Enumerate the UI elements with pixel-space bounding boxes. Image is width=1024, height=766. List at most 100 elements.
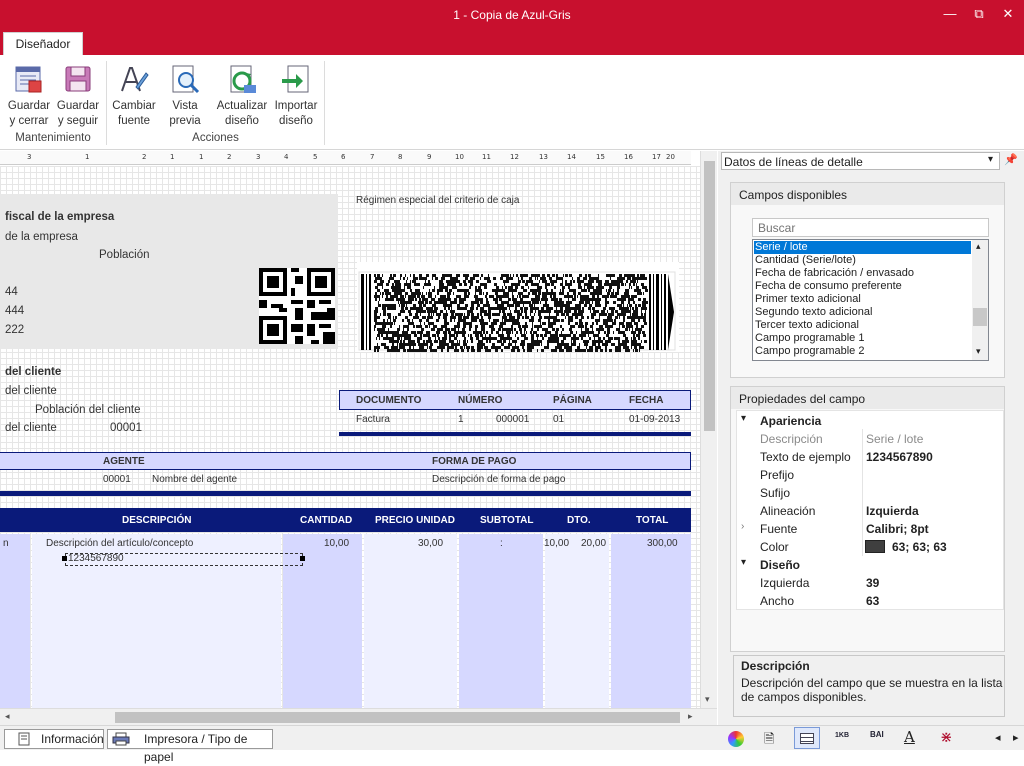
payment-header[interactable]: FORMA DE PAGO [432, 456, 516, 467]
canvas-horizontal-scrollbar[interactable]: ◂ ▸ [0, 708, 717, 725]
doc-type-value[interactable]: Factura [356, 414, 390, 425]
tab-informacion[interactable]: Información [4, 729, 104, 749]
regime-text[interactable]: Régimen especial del criterio de caja [356, 195, 519, 206]
minimize-button[interactable]: — [937, 4, 963, 24]
col-header-subtotal[interactable]: SUBTOTAL [480, 515, 534, 526]
1kb-barcode-icon[interactable]: 1KB [835, 732, 849, 739]
prop-value-texto-ejemplo[interactable]: 1234567890 [866, 450, 933, 464]
line-price-value[interactable]: 30,00 [418, 538, 443, 549]
lines-col-code[interactable] [0, 534, 30, 708]
prop-value-color[interactable]: 63; 63; 63 [892, 540, 947, 554]
fields-list-scroll-thumb[interactable] [973, 308, 987, 326]
col-header-total[interactable]: TOTAL [636, 515, 668, 526]
col-header-dto[interactable]: DTO. [567, 515, 591, 526]
selected-field-sample[interactable]: 1234567890 [68, 553, 124, 564]
color-swatch[interactable] [865, 540, 885, 553]
company-line3[interactable]: 44 [5, 286, 18, 298]
line-quantity-value[interactable]: 10,00 [324, 538, 349, 549]
bai-qr-icon[interactable]: BAI [870, 731, 884, 739]
list-item[interactable]: Campo programable 1 [755, 332, 864, 345]
client-title[interactable]: del cliente [5, 366, 61, 378]
fields-list-scrollbar[interactable]: ▴ ▾ [972, 240, 988, 360]
company-city[interactable]: Población [99, 249, 150, 261]
line-total-value[interactable]: 300,00 [647, 538, 678, 549]
scroll-down-icon[interactable]: ▾ [705, 694, 710, 705]
company-title[interactable]: fiscal de la empresa [5, 211, 114, 223]
payment-description[interactable]: Descripción de forma de pago [432, 474, 565, 485]
col-header-descripcion[interactable]: DESCRIPCIÓN [122, 515, 191, 526]
doc-number-value[interactable]: 000001 [496, 414, 529, 425]
preview-button[interactable]: Vista previa [162, 61, 208, 129]
resize-handle-right[interactable] [300, 556, 305, 561]
vertical-scroll-thumb[interactable] [704, 161, 715, 431]
category-apariencia[interactable]: Apariencia [760, 414, 821, 428]
doc-series-value[interactable]: 1 [458, 414, 464, 425]
doc-header-numero[interactable]: NÚMERO [458, 395, 502, 406]
client-line3[interactable]: del cliente [5, 422, 57, 434]
document-icon[interactable]: 🗎 [764, 730, 774, 752]
lines-col-dto[interactable] [545, 534, 609, 708]
line-tool-icon[interactable]: ⋇ [940, 728, 953, 746]
doc-header-documento[interactable]: DOCUMENTO [356, 395, 421, 406]
line-dto-value[interactable]: 10,00 [544, 538, 569, 549]
line-subtotal-value[interactable]: : [500, 538, 503, 549]
update-design-button[interactable]: Actualizar diseño [215, 61, 269, 129]
collapse-diseno-icon[interactable]: ▾ [741, 557, 746, 568]
prop-value-fuente[interactable]: Calibri; 8pt [866, 522, 929, 536]
agent-code[interactable]: 00001 [103, 474, 131, 485]
client-code[interactable]: 00001 [110, 422, 142, 434]
change-font-button[interactable]: Cambiar fuente [111, 61, 157, 129]
nav-left-icon[interactable]: ◂ [995, 731, 1001, 744]
horizontal-scroll-thumb[interactable] [115, 712, 680, 723]
company-line1[interactable]: de la empresa [5, 231, 78, 243]
save-close-button[interactable]: Guardar y cerrar [6, 61, 52, 129]
client-city[interactable]: Población del cliente [35, 404, 141, 416]
col-header-cantidad[interactable]: CANTIDAD [300, 515, 352, 526]
pdf417-barcode-icon[interactable] [357, 262, 679, 352]
prop-value-descripcion[interactable]: Serie / lote [866, 432, 923, 446]
nav-right-icon[interactable]: ▸ [1013, 731, 1019, 744]
agent-header[interactable]: AGENTE [103, 456, 145, 467]
available-fields-list[interactable]: Serie / lote Cantidad (Serie/lote) Fecha… [752, 239, 989, 361]
lines-col-total[interactable] [611, 534, 691, 708]
line-dto2-value[interactable]: 20,00 [581, 538, 606, 549]
list-item[interactable]: Fecha de fabricación / envasado [755, 267, 914, 280]
agent-name[interactable]: Nombre del agente [152, 474, 237, 485]
save-continue-button[interactable]: Guardar y seguir [55, 61, 101, 129]
lines-col-price[interactable] [364, 534, 457, 708]
list-item[interactable]: Primer texto adicional [755, 293, 861, 306]
pin-icon[interactable]: 📌 [1004, 153, 1018, 166]
list-item[interactable]: Cantidad (Serie/lote) [755, 254, 856, 267]
font-a-icon[interactable]: A [904, 728, 915, 746]
close-button[interactable]: ✕ [995, 4, 1021, 24]
data-grid-icon[interactable] [794, 727, 820, 749]
doc-date-value[interactable]: 01-09-2013 [629, 414, 680, 425]
line-description-value[interactable]: Descripción del artículo/concepto [46, 538, 193, 549]
canvas-vertical-scrollbar[interactable]: ▾ [700, 151, 717, 708]
col-header-precio[interactable]: PRECIO UNIDAD [375, 515, 455, 526]
resize-handle-left[interactable] [62, 556, 67, 561]
color-palette-icon[interactable] [728, 731, 744, 747]
design-canvas[interactable]: fiscal de la empresa de la empresa Pobla… [0, 166, 700, 708]
collapse-apariencia-icon[interactable]: ▾ [741, 413, 746, 424]
lines-col-subtotal[interactable] [459, 534, 543, 708]
list-item[interactable]: Campo programable 2 [755, 345, 864, 358]
expand-fuente-icon[interactable]: › [741, 521, 744, 532]
doc-page-value[interactable]: 01 [553, 414, 564, 425]
doc-header-fecha[interactable]: FECHA [629, 395, 663, 406]
company-line4[interactable]: 444 [5, 305, 24, 317]
client-line1[interactable]: del cliente [5, 385, 57, 397]
company-line5[interactable]: 222 [5, 324, 24, 336]
line-code-value[interactable]: n [3, 538, 9, 549]
import-design-button[interactable]: Importar diseño [271, 61, 321, 129]
qr-code-icon[interactable] [259, 268, 335, 344]
tab-impresora[interactable]: Impresora / Tipo de papel [107, 729, 273, 764]
prop-value-alineacion[interactable]: Izquierda [866, 504, 919, 518]
restore-button[interactable]: ⧉ [966, 4, 992, 24]
list-item[interactable]: Tercer texto adicional [755, 319, 859, 332]
tab-disenador[interactable]: Diseñador [3, 32, 83, 55]
field-search-input[interactable] [752, 218, 989, 237]
list-item[interactable]: Fecha de consumo preferente [755, 280, 902, 293]
category-diseno[interactable]: Diseño [760, 558, 800, 572]
prop-value-izquierda[interactable]: 39 [866, 576, 879, 590]
